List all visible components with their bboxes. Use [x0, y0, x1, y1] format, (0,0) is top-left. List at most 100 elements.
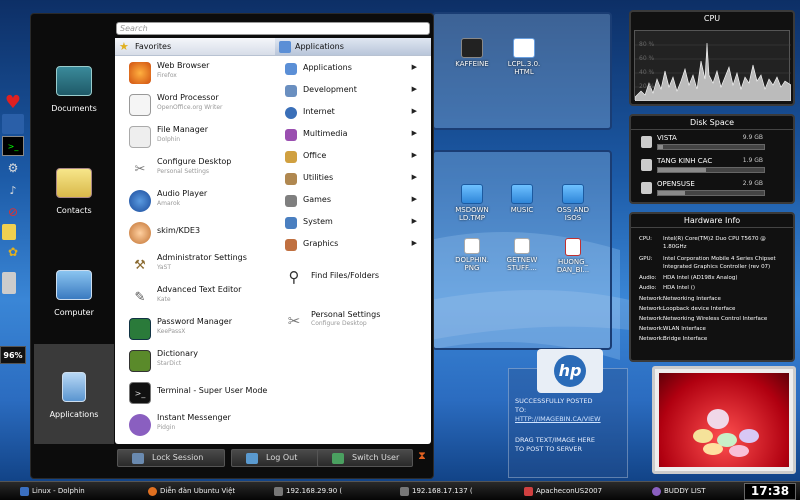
desktop-icon-music[interactable]: MUSIC	[498, 184, 546, 214]
chevron-right-icon: ▶	[411, 107, 417, 115]
favorite-dictionary[interactable]: Dictionary StarDict	[115, 346, 275, 378]
desktop-icon-msdownld[interactable]: MSDOWN LD.TMP	[448, 184, 496, 222]
personal-settings-item[interactable]: ✂ Personal Settings Configure Desktop	[275, 306, 431, 338]
multimedia-icon	[285, 129, 297, 141]
desktop-icon-dolphin-png[interactable]: DOLPHIN. PNG	[448, 238, 496, 272]
terminal-icon: >_	[129, 382, 151, 404]
picture-frame-widget[interactable]	[652, 366, 796, 474]
disk-opensuse[interactable]: OPENSUSE 2.9 GB	[639, 180, 765, 200]
logout-button[interactable]: Log Out	[231, 449, 325, 467]
task-apachecon[interactable]: ApacheconUS2007	[522, 484, 646, 499]
text-editor-icon: ✎	[134, 289, 146, 305]
chevron-right-icon: ▶	[411, 195, 417, 203]
hw-row: Network:Networking Interface	[639, 296, 721, 302]
task-remote-1[interactable]: 192.168.29.90 (	[272, 484, 394, 499]
find-files-item[interactable]: ⚲ Find Files/Folders	[275, 262, 431, 294]
app-category-internet[interactable]: Internet ▶	[275, 102, 431, 124]
utilities-icon	[285, 173, 297, 185]
app-category-development[interactable]: Development ▶	[275, 80, 431, 102]
image-file-icon	[514, 238, 530, 254]
desktop-icon-getnewstuff[interactable]: GETNEW STUFF....	[498, 238, 546, 272]
no-entry-icon[interactable]: ⊘	[2, 202, 24, 222]
disk-vista[interactable]: VISTA 9.9 GB	[639, 134, 765, 154]
file-manager-icon	[129, 126, 151, 148]
category-sidebar: Documents Contacts Computer Applications	[34, 38, 114, 444]
chevron-right-icon: ▶	[411, 151, 417, 159]
favorite-word-processor[interactable]: Word Processor OpenOffice.org Writer	[115, 90, 275, 122]
app-category-applications[interactable]: Applications ▶	[275, 58, 431, 80]
firefox-icon	[148, 487, 157, 496]
task-buddy-list[interactable]: BUDDY LIST	[650, 484, 730, 499]
desktop-icon-lcpl-html[interactable]: LCPL.3.0. HTML	[500, 38, 548, 76]
favorite-audio-player[interactable]: Audio Player Amarok	[115, 186, 275, 218]
audio-player-icon	[129, 190, 151, 212]
app-category-games[interactable]: Games ▶	[275, 190, 431, 212]
imagebin-link[interactable]: HTTP://IMAGEBIN.CA/VIEW	[515, 415, 601, 424]
task-dolphin[interactable]: Linux - Dolphin	[18, 484, 140, 499]
kde-icon[interactable]	[2, 114, 24, 134]
favorite-instant-messenger[interactable]: Instant Messenger Pidgin	[115, 410, 275, 442]
graphics-icon	[285, 239, 297, 251]
hw-row: CPU: Intel(R) Core(TM)2 Duo CPU T5670 @	[639, 236, 766, 242]
cpu-widget: CPU 80 % 60 % 40 % 20 %	[629, 10, 795, 106]
folder-icon	[461, 184, 483, 204]
hw-row: GPU: Intel Corporation Mobile 4 Series Ch…	[639, 256, 776, 262]
applications-folder-icon	[285, 63, 297, 75]
flower-icon[interactable]: ✿	[2, 242, 24, 262]
app-category-system[interactable]: System ▶	[275, 212, 431, 234]
imagebin-hint-1: DRAG TEXT/IMAGE HERE	[515, 436, 595, 444]
desktop-icon-kaffeine[interactable]: KAFFEINE	[448, 38, 496, 68]
favorite-web-browser[interactable]: Web Browser Firefox	[115, 58, 275, 90]
favorite-file-manager[interactable]: File Manager Dolphin	[115, 122, 275, 154]
settings-icon[interactable]: ⚙	[2, 158, 24, 178]
trash-icon[interactable]	[2, 272, 16, 294]
app-category-utilities[interactable]: Utilities ▶	[275, 168, 431, 190]
battery-indicator[interactable]: 96%	[0, 346, 26, 364]
hp-logo-icon: hp	[537, 349, 603, 393]
dolphin-icon	[20, 487, 29, 496]
internet-icon	[285, 107, 297, 119]
app-category-graphics[interactable]: Graphics ▶	[275, 234, 431, 256]
favorite-terminal[interactable]: >_ Terminal - Super User Mode	[115, 378, 275, 410]
system-icon	[285, 217, 297, 229]
development-icon	[285, 85, 297, 97]
category-contacts[interactable]: Contacts	[34, 140, 114, 240]
task-firefox[interactable]: Diễn đàn Ubuntu Việt	[146, 484, 270, 499]
search-input[interactable]: Search	[116, 22, 430, 35]
hw-row: Network:Networking Wireless Control Inte…	[639, 316, 768, 322]
clock[interactable]: 17:38	[744, 483, 796, 500]
desktop-icon-huong-dan[interactable]: HUONG_ DAN_BI...	[549, 238, 597, 274]
desktop-icon-oss-isos[interactable]: OSS AND ISOS	[549, 184, 597, 222]
switch-user-button[interactable]: Switch User	[317, 449, 413, 467]
switch-user-icon	[332, 453, 344, 464]
lock-session-button[interactable]: Lock Session	[117, 449, 225, 467]
favorite-skim[interactable]: skim/KDE3	[115, 218, 275, 250]
category-applications[interactable]: Applications	[34, 344, 114, 444]
computer-icon	[56, 270, 92, 300]
disk-tang-kinh-cac[interactable]: TANG KINH CAC 1.9 GB	[639, 157, 765, 177]
menu-bottom-bar: Lock Session Log Out Switch User ⧗	[115, 447, 431, 469]
cpu-graph-svg	[634, 42, 792, 102]
hardware-info-title: Hardware Info	[631, 214, 793, 228]
favorite-password-manager[interactable]: Password Manager KeePassX	[115, 314, 275, 346]
task-remote-2[interactable]: 192.168.17.137 (	[398, 484, 520, 499]
chevron-right-icon: ▶	[411, 85, 417, 93]
pidgin-icon	[652, 487, 661, 496]
category-computer[interactable]: Computer	[34, 242, 114, 342]
imagebin-drop-area[interactable]: hp SUCCESSFULLY POSTED TO: HTTP://IMAGEB…	[508, 349, 628, 478]
category-documents[interactable]: Documents	[34, 38, 114, 138]
heart-icon[interactable]: ♥	[2, 92, 24, 113]
terminal-icon[interactable]: >_	[2, 136, 24, 156]
favorite-text-editor[interactable]: ✎ Advanced Text Editor Kate	[115, 282, 275, 314]
app-category-office[interactable]: Office ▶	[275, 146, 431, 168]
note-icon[interactable]	[2, 224, 16, 240]
hw-row: Integrated Graphics Controller (rev 07)	[663, 264, 771, 270]
hard-drive-icon	[641, 136, 652, 148]
favorite-admin-settings[interactable]: ⚒ Administrator Settings YaST	[115, 250, 275, 282]
menu-content: ★ Favorites Applications Web Browser Fir…	[115, 38, 431, 444]
favorite-configure-desktop[interactable]: ✂ Configure Desktop Personal Settings	[115, 154, 275, 186]
configure-desktop-icon: ✂	[134, 161, 146, 177]
volume-icon[interactable]: ♪	[2, 180, 24, 200]
app-category-multimedia[interactable]: Multimedia ▶	[275, 124, 431, 146]
pin-icon[interactable]: ⧗	[415, 449, 429, 467]
